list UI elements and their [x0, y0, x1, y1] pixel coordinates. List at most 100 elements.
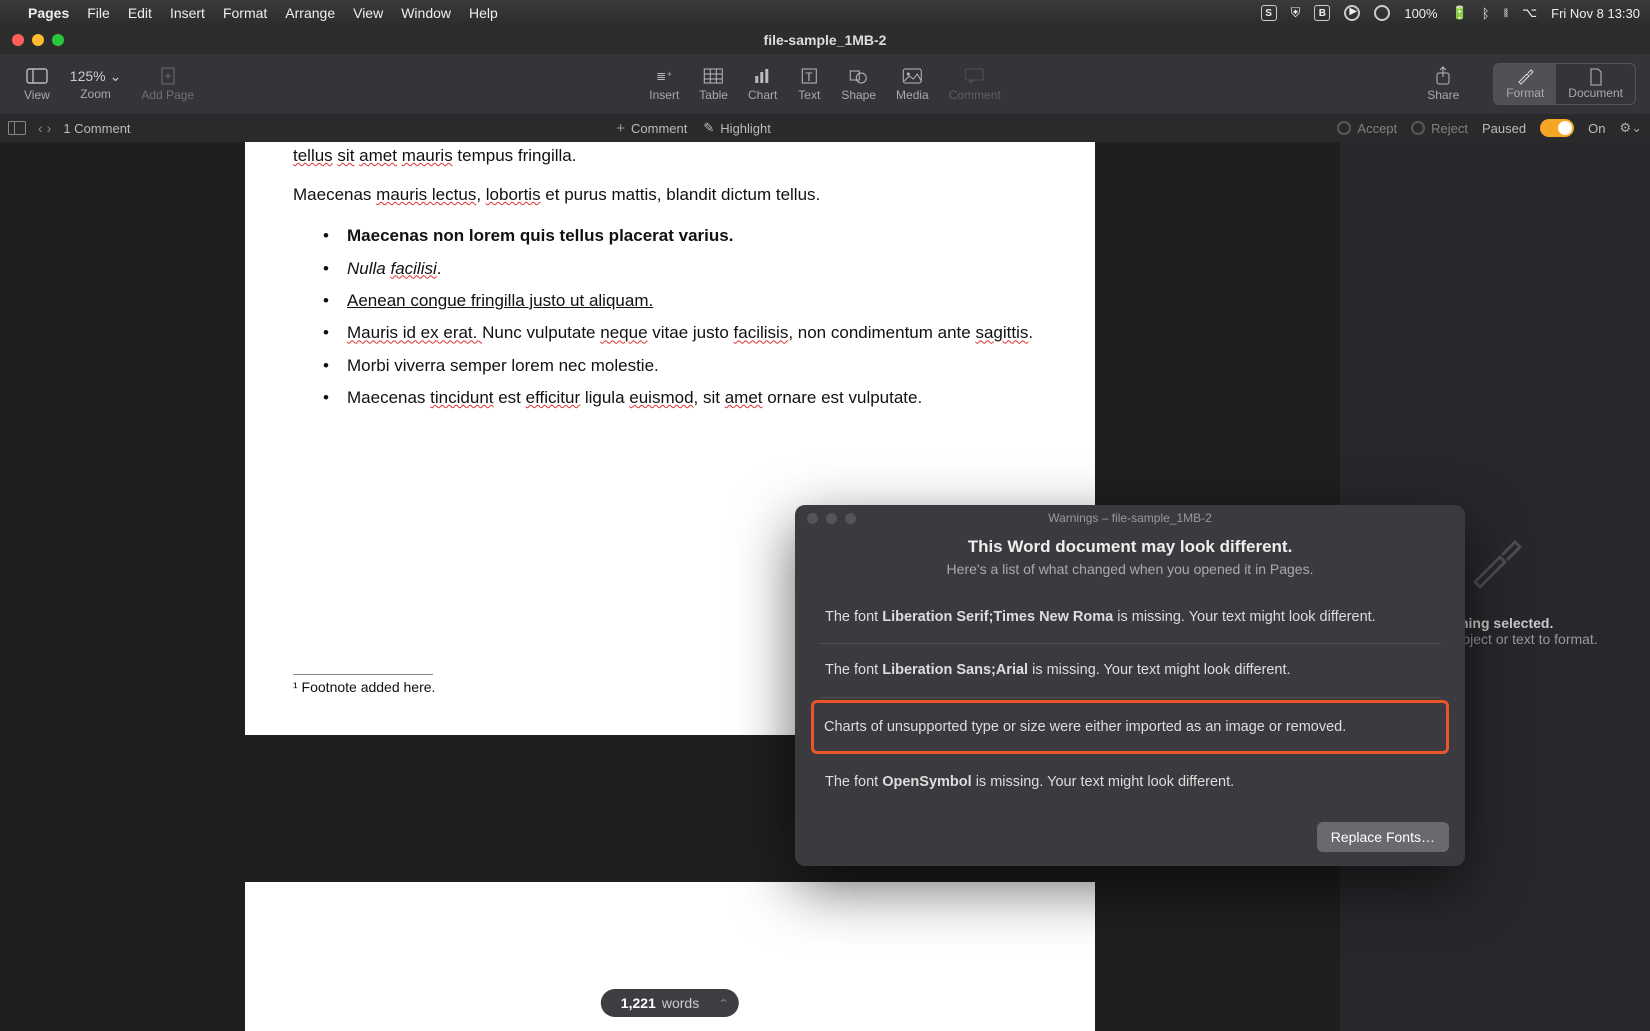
- insert-button[interactable]: ≣⁺Insert: [639, 66, 689, 102]
- comment-label: Comment: [949, 88, 1001, 102]
- accept-button[interactable]: Accept: [1337, 121, 1397, 136]
- text-misspelled[interactable]: mauris: [402, 146, 453, 165]
- pencil-icon: ✎: [703, 120, 714, 136]
- menu-insert[interactable]: Insert: [170, 5, 205, 21]
- text-misspelled[interactable]: tincidunt: [430, 388, 493, 407]
- nav-back-icon[interactable]: ‹: [38, 120, 43, 136]
- text-misspelled[interactable]: sit: [337, 146, 354, 165]
- replace-fonts-button[interactable]: Replace Fonts…: [1317, 822, 1449, 852]
- body-text[interactable]: , sit: [694, 388, 725, 407]
- menu-view[interactable]: View: [353, 5, 383, 21]
- menu-file[interactable]: File: [87, 5, 110, 21]
- menu-window[interactable]: Window: [401, 5, 451, 21]
- body-text-underline[interactable]: Aenean congue fringilla justo ut aliquam…: [347, 291, 653, 310]
- body-text-bold[interactable]: Maecenas non lorem quis tellus placerat …: [347, 226, 733, 245]
- body-text[interactable]: est: [494, 388, 526, 407]
- tracking-options-icon[interactable]: ⚙︎⌄: [1619, 120, 1642, 136]
- share-button[interactable]: Share: [1417, 66, 1469, 102]
- highlight-button[interactable]: ✎Highlight: [703, 120, 771, 136]
- media-label: Media: [896, 88, 929, 102]
- list-item[interactable]: Mauris id ex erat. Nunc vulputate neque …: [323, 317, 1047, 349]
- body-text[interactable]: Nulla: [347, 259, 390, 278]
- document-panel-button[interactable]: Document: [1556, 64, 1635, 104]
- chart-button[interactable]: Chart: [738, 66, 787, 102]
- body-text[interactable]: vitae justo: [648, 323, 734, 342]
- text-misspelled[interactable]: lobortis: [486, 185, 541, 204]
- add-page-button[interactable]: Add Page: [131, 66, 204, 102]
- list-item[interactable]: Nulla facilisi.: [323, 253, 1047, 285]
- text-misspelled[interactable]: Mauris id ex erat.: [347, 323, 482, 342]
- add-comment-button[interactable]: +Comment: [616, 120, 687, 137]
- body-text[interactable]: , non condimentum ante: [788, 323, 975, 342]
- table-button[interactable]: Table: [689, 66, 738, 102]
- nav-forward-icon[interactable]: ›: [47, 120, 52, 136]
- bluetooth-icon[interactable]: ᛒ: [1482, 6, 1490, 21]
- list-item[interactable]: Maecenas non lorem quis tellus placerat …: [323, 220, 1047, 252]
- comment-button-label: Comment: [631, 121, 687, 136]
- status-s-icon[interactable]: S: [1261, 5, 1277, 21]
- battery-icon[interactable]: 🔋: [1452, 5, 1468, 21]
- warning-font-name: OpenSymbol: [882, 774, 971, 790]
- text-misspelled[interactable]: euismod: [629, 388, 693, 407]
- format-panel-button[interactable]: Format: [1494, 64, 1556, 104]
- body-text[interactable]: .: [1028, 323, 1033, 342]
- text-misspelled[interactable]: neque: [600, 323, 647, 342]
- body-text[interactable]: ligula: [580, 388, 629, 407]
- wifi-icon[interactable]: ⧛: [1504, 5, 1509, 21]
- body-text[interactable]: Maecenas: [293, 185, 376, 204]
- body-text[interactable]: Maecenas: [347, 388, 430, 407]
- clock[interactable]: Fri Nov 8 13:30: [1551, 6, 1640, 21]
- sidebar-toggle-icon[interactable]: [8, 121, 26, 135]
- zoom-dropdown[interactable]: 125%⌄ Zoom: [60, 68, 132, 101]
- text-misspelled[interactable]: tellus: [293, 146, 333, 165]
- status-circle-icon[interactable]: ▶: [1344, 5, 1360, 21]
- warning-row[interactable]: The font OpenSymbol is missing. Your tex…: [819, 756, 1441, 808]
- text-misspelled[interactable]: amet: [725, 388, 763, 407]
- tracking-toggle[interactable]: [1540, 119, 1574, 137]
- close-window-button[interactable]: [12, 34, 24, 46]
- text-misspelled[interactable]: mauris lectus: [376, 185, 476, 204]
- comment-count[interactable]: 1 Comment: [63, 121, 130, 136]
- media-button[interactable]: Media: [886, 66, 939, 102]
- warning-row[interactable]: The font Liberation Sans;Arial is missin…: [819, 644, 1441, 697]
- minimize-window-button[interactable]: [32, 34, 44, 46]
- menu-arrange[interactable]: Arrange: [285, 5, 335, 21]
- reject-button[interactable]: Reject: [1411, 121, 1468, 136]
- body-text[interactable]: ornare est vulputate.: [763, 388, 923, 407]
- view-button[interactable]: View: [14, 66, 60, 102]
- text-misspelled[interactable]: amet: [359, 146, 397, 165]
- word-count[interactable]: 1,221 words: [601, 989, 739, 1017]
- menu-help[interactable]: Help: [469, 5, 498, 21]
- warning-text: The font: [825, 662, 882, 678]
- warning-row-highlighted[interactable]: Charts of unsupported type or size were …: [811, 700, 1449, 754]
- status-ring-icon[interactable]: [1374, 5, 1390, 21]
- status-b-icon[interactable]: B: [1314, 5, 1330, 21]
- zoom-window-button[interactable]: [52, 34, 64, 46]
- body-text[interactable]: .: [437, 259, 442, 278]
- body-text[interactable]: Nunc vulputate: [482, 323, 600, 342]
- text-label: Text: [798, 88, 820, 102]
- text-misspelled[interactable]: facilisis: [734, 323, 789, 342]
- list-item[interactable]: Aenean congue fringilla justo ut aliquam…: [323, 285, 1047, 317]
- dialog-subheading: Here's a list of what changed when you o…: [815, 561, 1445, 577]
- dialog-titlebar[interactable]: Warnings – file-sample_1MB-2: [795, 505, 1465, 531]
- text-misspelled[interactable]: facilisi: [390, 259, 436, 278]
- text-misspelled[interactable]: efficitur: [526, 388, 581, 407]
- dialog-close-button[interactable]: [807, 513, 818, 524]
- list-item[interactable]: Morbi viverra semper lorem nec molestie.: [323, 350, 1047, 382]
- dialog-minimize-button: [826, 513, 837, 524]
- menu-format[interactable]: Format: [223, 5, 267, 21]
- shield-icon[interactable]: ⛨: [1291, 5, 1301, 21]
- menu-edit[interactable]: Edit: [128, 5, 152, 21]
- control-center-icon[interactable]: ⌥: [1522, 5, 1537, 21]
- body-text[interactable]: tempus fringilla.: [453, 146, 577, 165]
- text-misspelled[interactable]: sagittis: [975, 323, 1028, 342]
- word-count-label: words: [662, 995, 699, 1011]
- warning-row[interactable]: The font Liberation Serif;Times New Roma…: [819, 591, 1441, 644]
- warnings-dialog: Warnings – file-sample_1MB-2 This Word d…: [795, 505, 1465, 866]
- body-text[interactable]: et purus mattis, blandit dictum tellus.: [541, 185, 821, 204]
- shape-button[interactable]: Shape: [831, 66, 886, 102]
- list-item[interactable]: Maecenas tincidunt est efficitur ligula …: [323, 382, 1047, 414]
- app-name[interactable]: Pages: [28, 5, 69, 21]
- text-button[interactable]: TText: [787, 66, 831, 102]
